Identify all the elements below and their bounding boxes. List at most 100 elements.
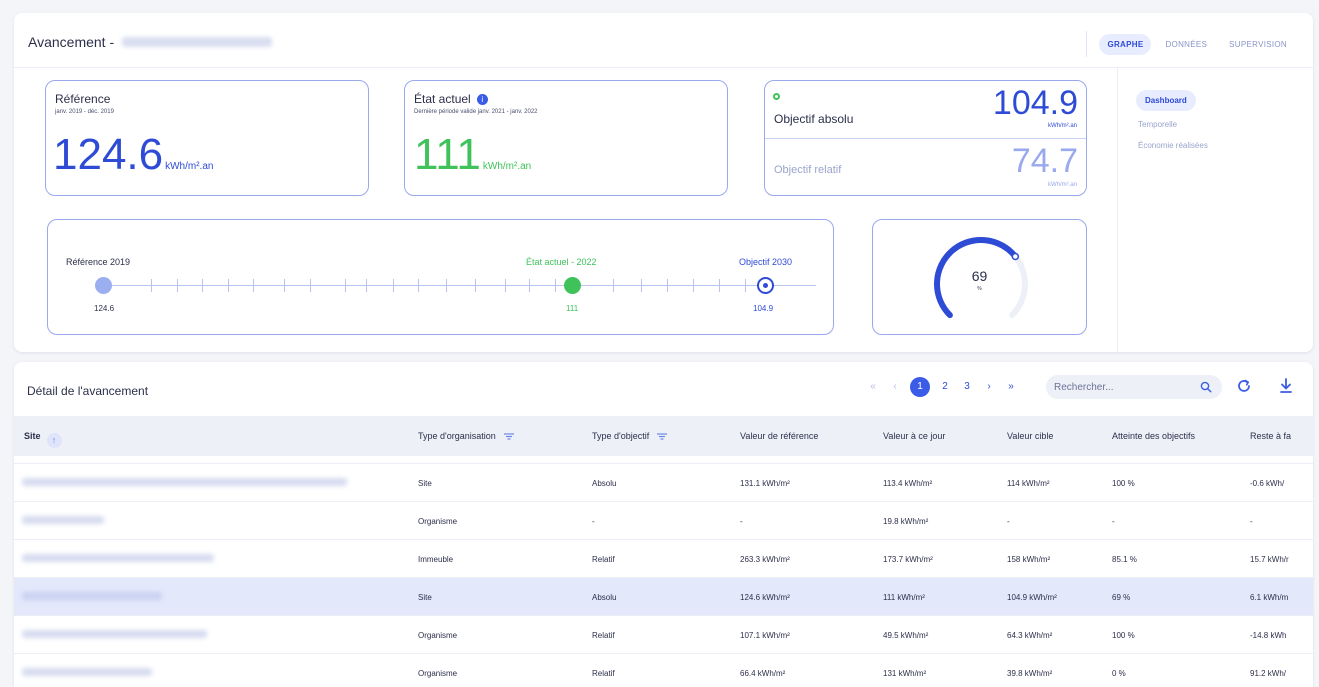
table-row[interactable]: Organisme Relatif 66.4 kWh/m² 131 kWh/m²… [14,654,1313,687]
search-icon[interactable] [1200,380,1212,398]
cell-current-value: 173.7 kWh/m² [883,555,933,564]
objective-card: Objectif absolu 104.9 kWh/m².an Objectif… [764,80,1087,196]
cell-objective-type: Relatif [592,555,615,564]
cell-objective-reach: 69 % [1112,593,1131,602]
current-label-wrap: État actuel i [414,92,488,106]
timeline-tick [366,279,367,292]
cell-current-value: 49.5 kWh/m² [883,631,929,640]
cell-remaining: - [1250,517,1253,526]
page-button-1[interactable]: 1 [910,377,930,397]
nav-item-temporelle[interactable]: Temporelle [1138,120,1177,129]
cell-objective-type: Relatif [592,669,615,678]
prev-page-button[interactable]: ‹ [884,376,906,398]
cell-objective-type: Relatif [592,631,615,640]
tab-donnees[interactable]: DONNÉES [1157,34,1215,55]
sort-ascending-icon[interactable]: ↑ [46,433,62,448]
column-current-value[interactable]: Valeur à ce jour [883,431,945,441]
first-page-button[interactable]: « [862,376,884,398]
objective-absolute-label: Objectif absolu [774,112,854,126]
cell-objective-reach: 100 % [1112,631,1135,640]
timeline-tick [641,279,642,292]
tab-graphe[interactable]: GRAPHE [1099,33,1152,55]
nav-item-dashboard[interactable]: Dashboard [1136,90,1196,111]
table-row[interactable]: Organisme - - 19.8 kWh/m² - - - [14,502,1313,540]
table-row[interactable]: Organisme Relatif 107.1 kWh/m² 49.5 kWh/… [14,616,1313,654]
info-icon[interactable]: i [476,94,488,105]
objective-absolute-section: Objectif absolu 104.9 kWh/m².an [765,81,1086,139]
column-org-type-label: Type d'organisation [418,431,496,441]
gauge-knob [1011,252,1020,261]
cell-current-value: 19.8 kWh/m² [883,517,929,526]
cell-org-type: Organisme [418,631,458,640]
reference-card: Référence janv. 2019 - déc. 2019 124.6 kW… [45,80,369,196]
current-state-card: État actuel i Dernière période valide jan… [404,80,728,196]
timeline-tick [310,279,311,292]
current-period: Dernière période valide janv. 2021 - jan… [414,109,538,115]
cell-org-type: Site [418,593,432,602]
cell-current-value: 111 kWh/m² [883,593,925,602]
table-row[interactable]: Site Absolu 131.1 kWh/m² 113.4 kWh/m² 11… [14,464,1313,502]
cell-target-value: - [1007,517,1010,526]
timeline-tick [345,279,346,292]
redacted-site-name [122,37,273,47]
cell-current-value: 113.4 kWh/m² [883,479,933,488]
timeline-reference-marker [95,277,112,294]
cell-remaining: 6.1 kWh/m [1250,593,1289,602]
cell-current-value: 131 kWh/m² [883,669,927,678]
cell-target-value: 114 kWh/m² [1007,479,1050,488]
column-site[interactable]: Site ↑ [24,431,62,448]
table-row-partial [14,456,1313,464]
cell-reference-value: 263.3 kWh/m² [740,555,790,564]
cell-objective-reach: 85.1 % [1112,555,1137,564]
cell-reference-value: 131.1 kWh/m² [740,479,790,488]
page-button-3[interactable]: 3 [956,376,978,398]
reference-period: janv. 2019 - déc. 2019 [55,109,114,115]
last-page-button[interactable]: » [1000,376,1022,398]
cell-remaining: 15.7 kWh/r [1250,555,1289,564]
timeline-tick [177,279,178,292]
refresh-icon[interactable] [1236,378,1252,399]
cell-objective-type: - [592,517,595,526]
search-input[interactable] [1054,379,1194,395]
nav-item-economie[interactable]: Économie réalisées [1138,141,1208,150]
column-remaining[interactable]: Reste à fa [1250,431,1291,441]
column-org-type[interactable]: Type d'organisation [418,431,514,442]
cell-target-value: 39.8 kWh/m² [1007,669,1053,678]
next-page-button[interactable]: › [978,376,1000,398]
timeline-tick [529,279,530,292]
redacted-site-name [22,516,104,524]
timeline-tick [693,279,694,292]
reference-value-wrap: 124.6 kWh/m².an [53,131,213,191]
pagination: « ‹ 1 2 3 › » [862,376,1022,398]
current-value: 111 [414,130,481,179]
redacted-site-name [22,478,347,486]
tab-supervision[interactable]: SUPERVISION [1221,34,1295,55]
gauge-unit: % [977,286,982,292]
cell-objective-reach: - [1112,517,1115,526]
column-target-value[interactable]: Valeur cible [1007,431,1053,441]
timeline-tick [446,279,447,292]
progress-card: Avancement - GRAPHE DONNÉES SUPERVISION … [14,13,1313,352]
redacted-site-name [22,554,214,562]
table-row[interactable]: Immeuble Relatif 263.3 kWh/m² 173.7 kWh/… [14,540,1313,578]
timeline-current-label: État actuel - 2022 [526,257,597,267]
download-icon[interactable] [1279,378,1293,399]
progress-timeline: Référence 2019 124.6 État actuel - 2022 … [47,219,834,335]
column-reference-value[interactable]: Valeur de référence [740,431,818,441]
reference-unit: kWh/m².an [165,161,214,172]
page-button-2[interactable]: 2 [934,376,956,398]
objective-relative-unit: kWh/m².an [1047,182,1077,188]
cell-target-value: 64.3 kWh/m² [1007,631,1053,640]
timeline-current-marker [564,277,581,294]
filter-icon[interactable] [657,432,668,442]
cell-target-value: 104.9 kWh/m² [1007,593,1057,602]
column-objective-type[interactable]: Type d'objectif [592,431,668,442]
column-objective-reach[interactable]: Atteinte des objectifs [1112,431,1195,441]
filter-icon[interactable] [503,432,514,442]
objective-relative-value: 74.7 [1011,142,1078,180]
gauge-value: 69 [971,268,988,284]
timeline-objective-label: Objectif 2030 [739,257,793,267]
table-row-selected[interactable]: Site Absolu 124.6 kWh/m² 111 kWh/m² 104.… [14,578,1313,616]
timeline-tick [613,279,614,292]
timeline-tick [202,279,203,292]
